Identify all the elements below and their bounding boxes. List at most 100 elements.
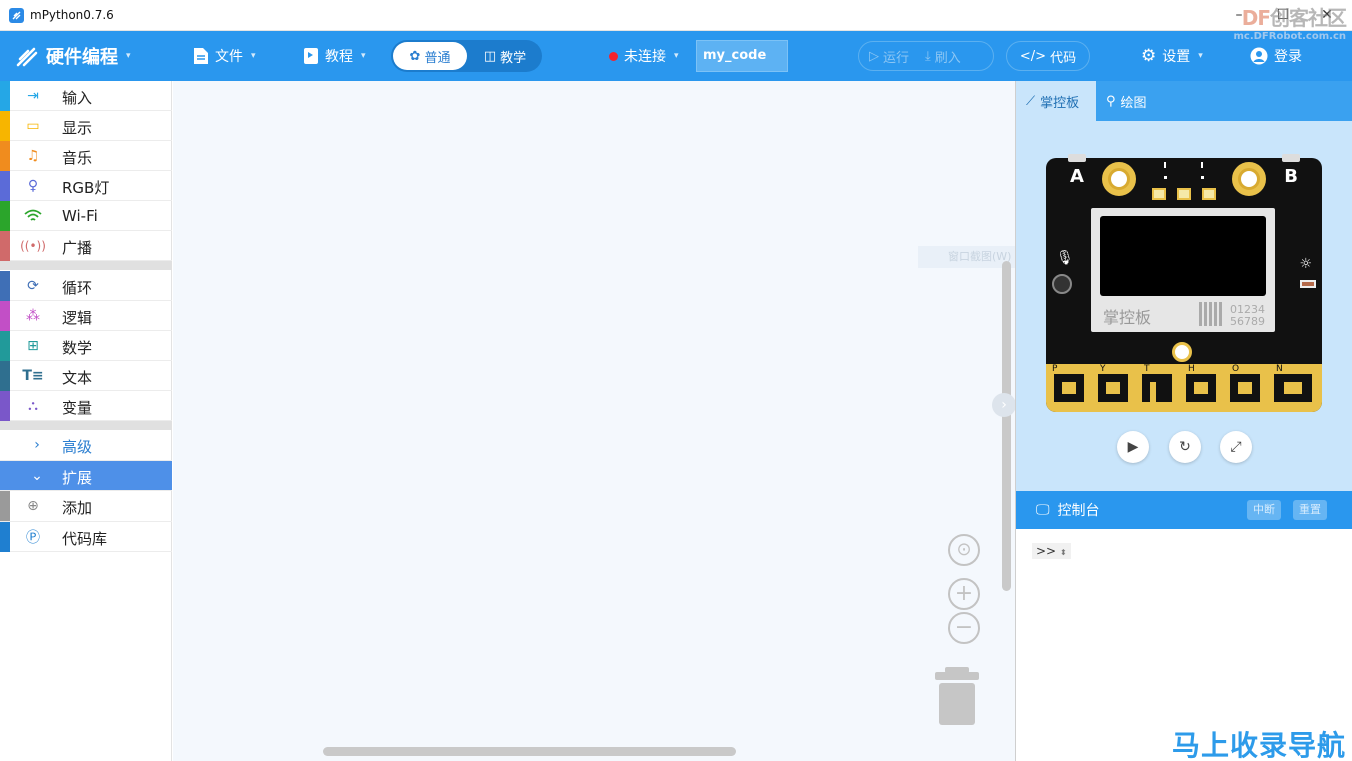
tab-board[interactable]: ⟋ 掌控板: [1016, 81, 1096, 121]
mode-teaching-button[interactable]: ◫ 教学: [471, 42, 539, 70]
brand-label: 硬件编程: [46, 47, 118, 68]
board-label-b: B: [1284, 166, 1298, 187]
console-reset-button[interactable]: 重置: [1293, 500, 1327, 520]
button-b-inner: [1238, 168, 1260, 190]
category-math[interactable]: ⊞ 数学: [0, 331, 172, 361]
pin-label: T: [1144, 364, 1150, 374]
chevron-down-icon: ▾: [251, 51, 256, 61]
zoom-in-button[interactable]: +: [948, 578, 980, 610]
mpython-logo-icon: [16, 47, 38, 67]
connection-menu[interactable]: 未连接 ▾: [609, 31, 679, 81]
category-color-bar: [0, 301, 10, 331]
connection-label: 未连接: [624, 49, 666, 65]
play-icon: ▶: [1127, 439, 1139, 455]
category-add[interactable]: ⊕ 添加: [0, 491, 172, 522]
console-prompt-text: >>: [1036, 544, 1057, 558]
category-logic[interactable]: ⁂ 逻辑: [0, 301, 172, 331]
category-label: 循环: [62, 279, 93, 297]
console-prompt[interactable]: >> ⬍: [1032, 543, 1071, 559]
block-category-sidebar: ⇥ 输入 ▭ 显示 ♫ 音乐 ♀ RGB灯 Wi-Fi ((•)) 广播 ⟳ 循…: [0, 81, 172, 761]
chevron-down-icon: ▾: [361, 51, 366, 61]
simulate-fullscreen-button[interactable]: ⤢: [1220, 431, 1252, 463]
main-toolbar: 硬件编程 ▾ 文件 ▾ 教程 ▾ ✿ 普通 ◫ 教学 未连接 ▾ my_code…: [0, 31, 1352, 81]
collapse-panel-button[interactable]: ›: [992, 393, 1016, 417]
category-label: Wi-Fi: [62, 207, 98, 225]
category-label: 高级: [62, 438, 93, 456]
monitor-icon: 🖵: [1036, 502, 1050, 518]
vertical-scrollbar[interactable]: [1002, 261, 1011, 591]
palette-icon: ✿: [409, 48, 421, 64]
wifi-icon: [24, 207, 42, 225]
watermark-bottom: 马上收录导航: [1172, 729, 1347, 761]
zoom-out-button[interactable]: −: [948, 612, 980, 644]
simulate-reset-button[interactable]: ↻: [1169, 431, 1201, 463]
category-divider: [0, 261, 172, 270]
category-label: 文本: [62, 369, 93, 387]
category-input[interactable]: ⇥ 输入: [0, 81, 172, 111]
flash-button[interactable]: ⤓ 刷入: [925, 47, 961, 66]
category-rgb[interactable]: ♀ RGB灯: [0, 171, 172, 201]
mode-toggle[interactable]: ✿ 普通 ◫ 教学: [391, 40, 542, 72]
file-menu[interactable]: 文件 ▾: [193, 31, 256, 81]
trash-icon[interactable]: [935, 667, 979, 725]
category-text[interactable]: T≡ 文本: [0, 361, 172, 391]
recenter-button[interactable]: ⊙: [948, 534, 980, 566]
category-label: 广播: [62, 239, 93, 257]
category-label: 数学: [62, 339, 93, 357]
category-codelib[interactable]: Ⓟ 代码库: [0, 522, 172, 552]
tutorial-menu[interactable]: 教程 ▾: [303, 31, 366, 81]
right-panel: ⟋ 掌控板 ⚲ 绘图 A B 掌控板 01234 56789 🎙 ☼ P Y T…: [1015, 81, 1352, 761]
console-caption: 🖵 控制台: [1036, 500, 1100, 520]
right-panel-tabs: ⟋ 掌控板 ⚲ 绘图: [1016, 81, 1352, 121]
bulb-icon: ♀: [27, 178, 39, 194]
board-button-b[interactable]: [1232, 162, 1266, 196]
user-icon: [1250, 47, 1268, 65]
simulate-run-button[interactable]: ▶: [1117, 431, 1149, 463]
board-center-led: [1172, 342, 1192, 362]
input-icon: ⇥: [27, 88, 39, 104]
math-icon: ⊞: [27, 338, 39, 354]
category-color-bar: [0, 141, 10, 171]
brand-menu[interactable]: 硬件编程 ▾: [14, 31, 131, 81]
crosshair-icon: ⊙: [956, 539, 972, 560]
tab-draw[interactable]: ⚲ 绘图: [1096, 81, 1176, 121]
rgb-led-1: [1152, 188, 1166, 200]
mode-normal-label: 普通: [424, 50, 451, 66]
flash-label: 刷入: [934, 50, 961, 66]
board-button-a[interactable]: [1102, 162, 1136, 196]
category-color-bar: [0, 81, 10, 111]
category-loop[interactable]: ⟳ 循环: [0, 271, 172, 301]
category-extension[interactable]: ⌄ 扩展: [0, 461, 172, 491]
category-broadcast[interactable]: ((•)) 广播: [0, 231, 172, 261]
watermark-logo: DF创客社区: [1242, 2, 1347, 31]
category-color-bar: [0, 231, 10, 261]
category-advanced[interactable]: › 高级: [0, 430, 172, 461]
watermark-url: mc.DFRobot.com.cn: [1233, 31, 1346, 42]
chevron-down-icon: ▾: [1198, 51, 1203, 61]
search-icon: ⚲: [1106, 93, 1116, 109]
code-button[interactable]: </> 代码: [1006, 41, 1090, 71]
board-simulator: A B 掌控板 01234 56789 🎙 ☼ P Y T H O N ▶ ↻ …: [1016, 121, 1352, 491]
category-label: 添加: [62, 499, 93, 517]
horizontal-scrollbar[interactable]: [323, 747, 736, 756]
category-variable[interactable]: ⛬ 变量: [0, 391, 172, 421]
settings-label: 设置: [1162, 49, 1191, 65]
category-label: 逻辑: [62, 309, 93, 327]
category-display[interactable]: ▭ 显示: [0, 111, 172, 141]
category-label: 扩展: [62, 469, 93, 487]
disconnected-status-dot: [609, 51, 618, 61]
block-workspace[interactable]: 窗口截图(W) › ⊙ + −: [173, 81, 1086, 761]
filename-input[interactable]: my_code: [696, 40, 788, 72]
category-label: 音乐: [62, 149, 93, 167]
display-icon: ▭: [26, 118, 40, 134]
settings-menu[interactable]: ⚙ 设置 ▾: [1141, 31, 1203, 81]
category-music[interactable]: ♫ 音乐: [0, 141, 172, 171]
board-logo: 掌控板: [1103, 308, 1152, 327]
refresh-icon: ↻: [1179, 439, 1191, 455]
mode-normal-button[interactable]: ✿ 普通: [393, 42, 467, 70]
mode-teaching-label: 教学: [500, 50, 527, 66]
category-wifi[interactable]: Wi-Fi: [0, 201, 172, 231]
run-label: 运行: [883, 50, 910, 66]
run-button[interactable]: ▷ 运行: [869, 47, 909, 66]
console-interrupt-button[interactable]: 中断: [1247, 500, 1281, 520]
